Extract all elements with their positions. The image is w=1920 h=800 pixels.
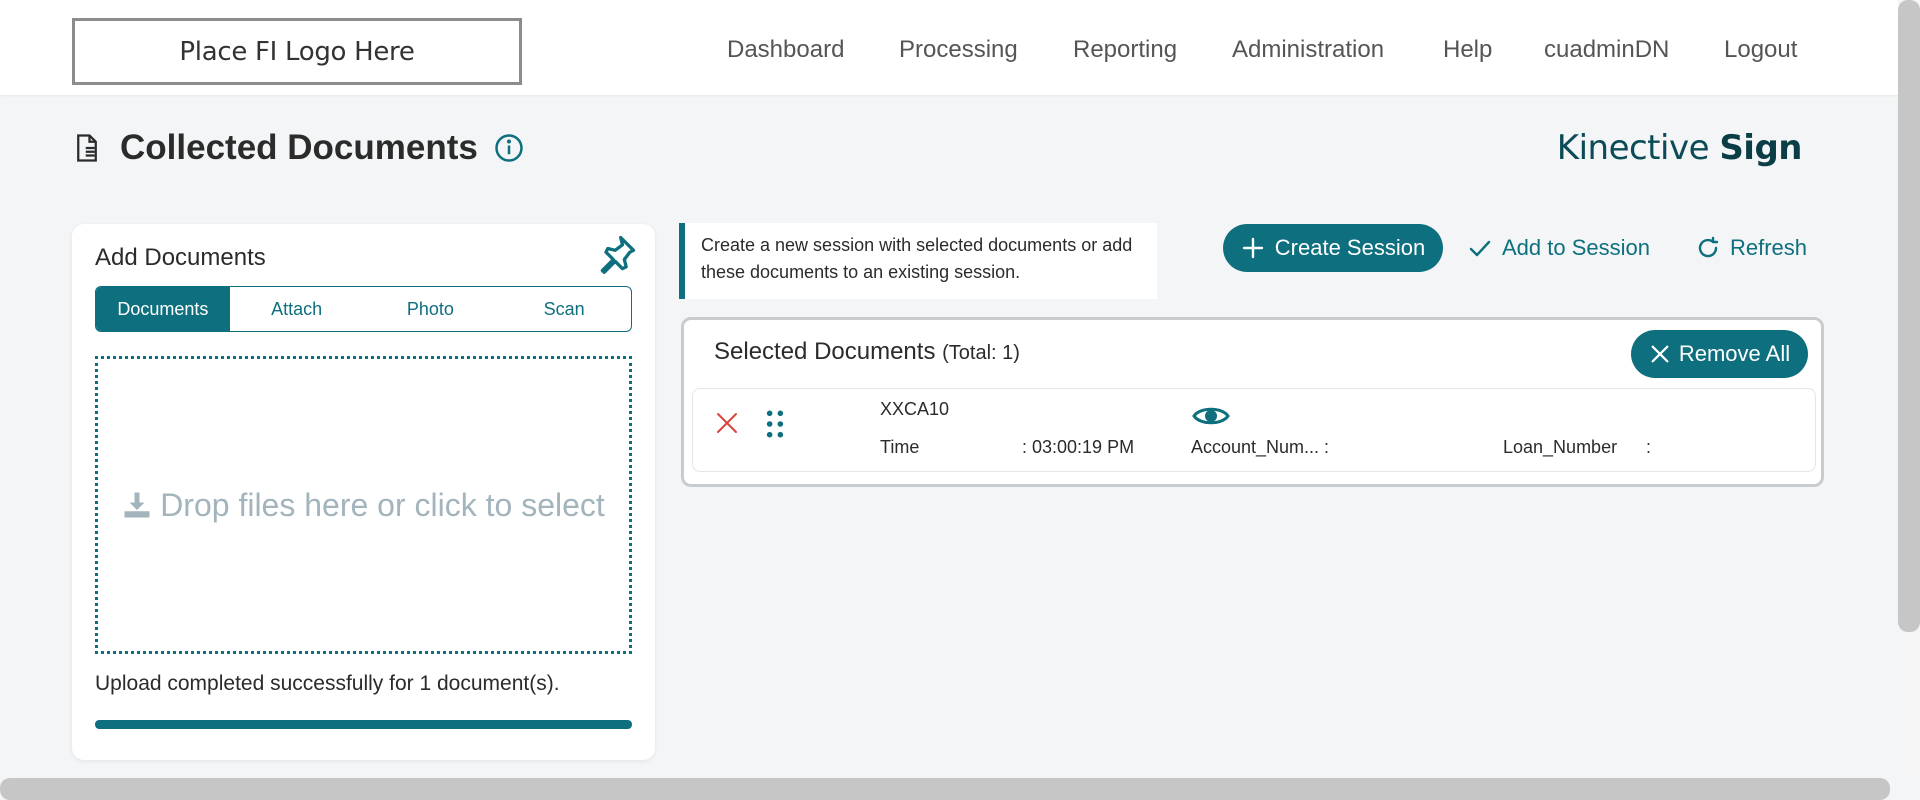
remove-all-button[interactable]: Remove All (1631, 330, 1808, 378)
time-label: Time (880, 437, 920, 457)
add-documents-tabs: Documents Attach Photo Scan (95, 286, 632, 332)
selected-total-count: (Total: 1) (942, 342, 1020, 364)
download-icon (124, 492, 150, 518)
tab-attach[interactable]: Attach (230, 287, 364, 331)
tab-scan[interactable]: Scan (497, 287, 631, 331)
nav-administration[interactable]: Administration (1232, 36, 1384, 64)
file-dropzone[interactable]: Drop files here or click to select (95, 356, 632, 654)
drag-handle-icon[interactable] (763, 409, 787, 439)
upload-status-message: Upload completed successfully for 1 docu… (95, 672, 560, 695)
create-session-label: Create Session (1274, 235, 1426, 260)
horizontal-scrollbar[interactable] (0, 778, 1890, 800)
refresh-icon (1698, 236, 1719, 258)
selected-documents-card: Selected Documents (Total: 1) Remove All… (681, 317, 1824, 487)
tab-documents[interactable]: Documents (96, 287, 230, 331)
nav-user-account[interactable]: cuadminDN (1544, 36, 1669, 64)
session-hint: Create a new session with selected docum… (679, 223, 1157, 299)
nav-dashboard[interactable]: Dashboard (727, 36, 844, 64)
refresh-label: Refresh (1730, 235, 1808, 260)
remove-document-icon[interactable] (715, 411, 739, 435)
top-navigation-bar: Place FI Logo Here Dashboard Processing … (0, 0, 1898, 95)
upload-progress-fill (95, 720, 632, 729)
selected-documents-title: Selected Documents (Total: 1) (714, 338, 1020, 365)
tab-photo[interactable]: Photo (364, 287, 498, 331)
page-header: Collected Documents (72, 126, 524, 170)
table-row: XXCA10 Time : 03:00:19 PM Account_Num...… (692, 388, 1816, 472)
info-icon[interactable] (494, 133, 524, 163)
nav-reporting[interactable]: Reporting (1073, 36, 1177, 64)
close-icon (1651, 345, 1669, 363)
kinective-sign-brand: Kinective Sign (1556, 128, 1803, 168)
fi-logo-placeholder[interactable]: Place FI Logo Here (72, 18, 522, 85)
nav-logout[interactable]: Logout (1724, 36, 1797, 64)
eye-icon[interactable] (1191, 401, 1231, 431)
remove-all-label: Remove All (1678, 341, 1791, 366)
add-documents-title: Add Documents (95, 244, 266, 271)
check-icon (1469, 240, 1491, 257)
time-value: : 03:00:19 PM (1022, 437, 1135, 457)
upload-progress-bar (95, 720, 632, 729)
document-name: XXCA10 (880, 399, 950, 419)
loan-number-label: Loan_Number (1503, 437, 1618, 457)
add-to-session-button[interactable]: Add to Session (1468, 228, 1650, 268)
nav-processing[interactable]: Processing (899, 36, 1018, 64)
add-to-session-label: Add to Session (1502, 235, 1650, 260)
refresh-button[interactable]: Refresh (1696, 228, 1807, 268)
page-title: Collected Documents (120, 128, 478, 167)
nav-help[interactable]: Help (1443, 36, 1492, 64)
vertical-scrollbar[interactable] (1898, 0, 1920, 632)
plus-icon (1242, 237, 1263, 259)
create-session-button[interactable]: Create Session (1223, 224, 1443, 272)
document-icon (77, 134, 97, 162)
add-documents-card: Add Documents Documents Attach Photo Sca… (72, 224, 655, 760)
loan-number-value: : (1646, 437, 1652, 457)
pin-icon[interactable] (595, 232, 639, 276)
account-number-label: Account_Num... : (1191, 437, 1330, 457)
dropzone-text: Drop files here or click to select (160, 486, 605, 523)
